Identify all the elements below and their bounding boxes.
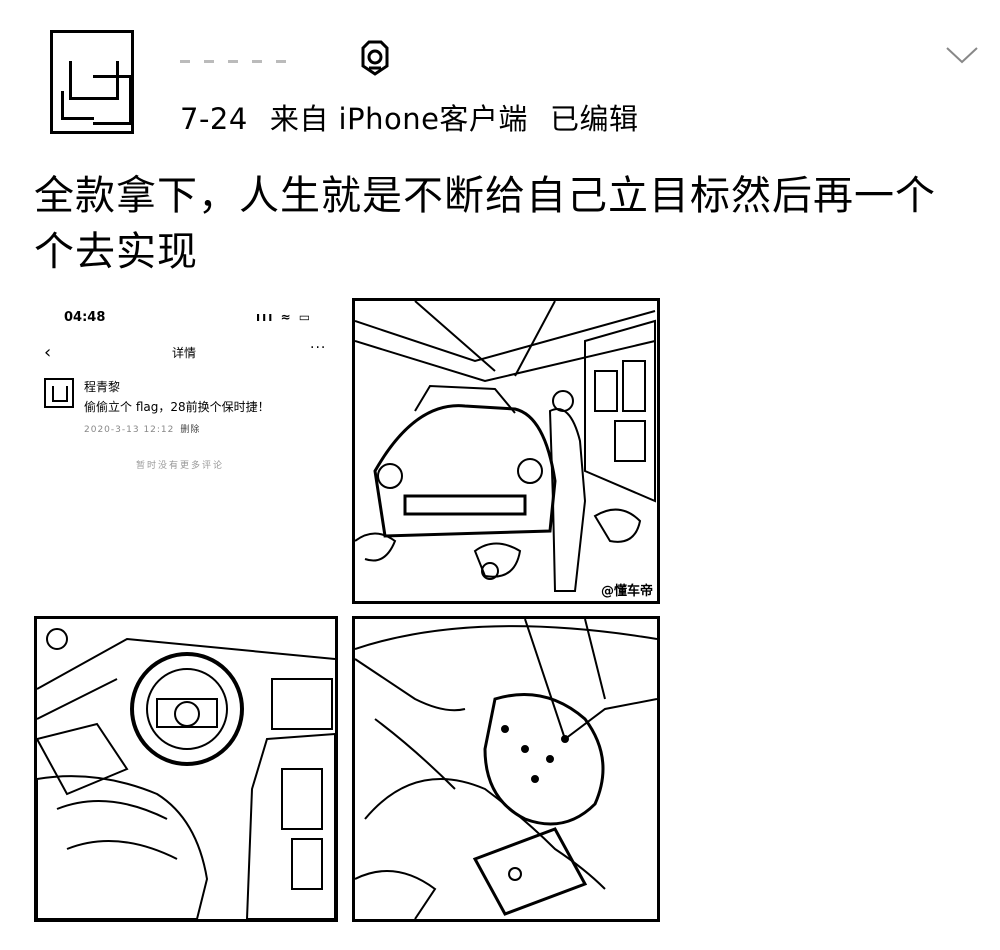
screenshot-date-text: 2020-3-13 12:12 bbox=[84, 425, 175, 435]
person-in-car-illustration bbox=[355, 619, 657, 919]
post-meta: 7-24 来自 iPhone客户端 已编辑 bbox=[180, 96, 638, 138]
image-watermark: @懂车帝 bbox=[600, 580, 653, 599]
avatar-shape bbox=[61, 91, 94, 120]
post-image-showroom[interactable]: @懂车帝 bbox=[352, 298, 660, 604]
status-icons: ııı ≈ ▭ bbox=[256, 310, 313, 324]
screenshot-footer: 暂时没有更多评论 bbox=[136, 461, 225, 471]
steering-wheel-illustration bbox=[37, 628, 335, 919]
vip-badge-icon bbox=[361, 40, 389, 76]
avatar-shape bbox=[93, 75, 132, 125]
user-avatar[interactable] bbox=[50, 30, 134, 134]
screenshot-delete: 删除 bbox=[180, 425, 201, 435]
more-icon: ··· bbox=[310, 340, 327, 356]
screenshot-message: 偷偷立个 flag，28前换个保时捷！ bbox=[84, 400, 270, 414]
screen-title: 详情 bbox=[172, 346, 197, 360]
post-date: 7-24 bbox=[180, 102, 248, 136]
post-image-interior[interactable] bbox=[34, 616, 338, 922]
back-icon: ‹ bbox=[44, 342, 52, 363]
username-redacted[interactable] bbox=[180, 38, 286, 63]
screenshot-date: 2020-3-13 12:12 删除 bbox=[84, 422, 200, 435]
post-image-screenshot[interactable]: 04:48 ııı ≈ ▭ ‹ 详情 ··· 程青黎 偷偷立个 flag，28前… bbox=[34, 298, 338, 604]
screenshot-avatar bbox=[44, 378, 74, 408]
status-time: 04:48 bbox=[64, 310, 106, 325]
edited-label[interactable]: 已编辑 bbox=[550, 102, 639, 136]
post-image-person[interactable] bbox=[352, 616, 660, 922]
post-text: 全款拿下，人生就是不断给自己立目标然后再一个个去实现 bbox=[34, 173, 936, 275]
showroom-car-illustration bbox=[355, 301, 656, 592]
chevron-down-icon[interactable] bbox=[944, 42, 980, 66]
post-source[interactable]: 来自 iPhone客户端 bbox=[270, 102, 528, 136]
screenshot-username: 程青黎 bbox=[84, 380, 121, 394]
